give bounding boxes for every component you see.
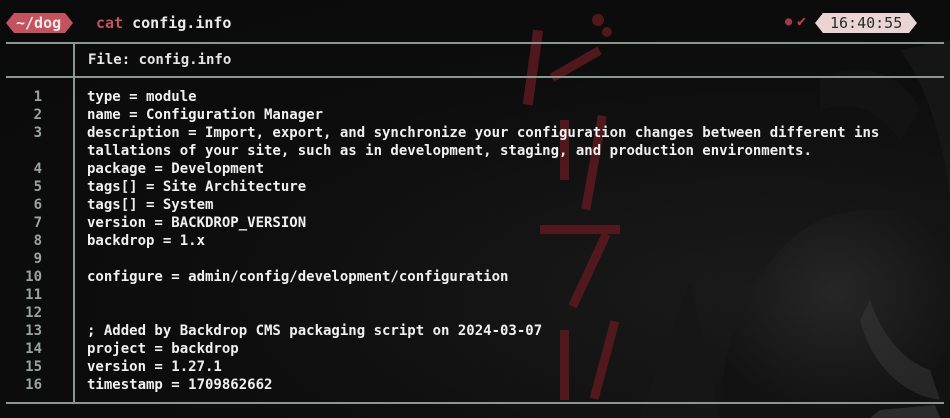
code-line: 11 [0, 286, 950, 304]
line-text: tags[] = System [87, 197, 214, 213]
line-text: name = Configuration Manager [87, 107, 324, 123]
code-line: 2 name = Configuration Manager [0, 106, 950, 124]
frame-top-rule [6, 42, 944, 44]
line-number: 6 [33, 197, 42, 213]
code-line: 8 backdrop = 1.x [0, 232, 950, 250]
line-number: 9 [33, 251, 42, 267]
line-text: tags[] = Site Architecture [87, 179, 307, 195]
code-line: 4 package = Development [0, 160, 950, 178]
line-text: ; Added by Backdrop CMS packaging script… [87, 323, 543, 339]
frame-header-divider [73, 44, 75, 76]
code-line: 15 version = 1.27.1 [0, 358, 950, 376]
code-line: 16 timestamp = 1709862662 [0, 376, 950, 394]
line-text: timestamp = 1709862662 [87, 377, 273, 393]
code-line: 1 type = module [0, 88, 950, 106]
frame-header-rule [6, 76, 944, 78]
line-number: 4 [33, 161, 42, 177]
line-number: 8 [33, 233, 42, 249]
line-text: backdrop = 1.x [87, 233, 206, 249]
code-line: 13 ; Added by Backdrop CMS packaging scri… [0, 322, 950, 340]
line-number: 7 [33, 215, 42, 231]
line-text: tallations of your site, such as in deve… [87, 143, 812, 159]
time-badge-right-cap [909, 13, 918, 33]
command-argument: config.info [132, 14, 232, 32]
line-text: description = Import, export, and synchr… [87, 125, 880, 141]
terminal-window[interactable]: ~/dog cat config.info ● ✔ 16:40:55 File:… [0, 0, 950, 418]
cwd-badge-right-cap [65, 13, 74, 33]
line-text: package = Development [87, 161, 265, 177]
code-line: 7 version = BACKDROP_VERSION [0, 214, 950, 232]
code-line: 10 configure = admin/config/development/c… [0, 268, 950, 286]
line-number: 1 [33, 89, 42, 105]
code-line: 12 [0, 304, 950, 322]
time-badge: 16:40:55 [815, 13, 918, 33]
line-number: 13 [25, 323, 42, 339]
line-number: 3 [33, 125, 42, 141]
command-name: cat [96, 14, 124, 32]
line-number: 16 [25, 377, 42, 393]
line-number: 2 [33, 107, 42, 123]
clock-time: 16:40:55 [823, 13, 910, 33]
line-text: type = module [87, 89, 197, 105]
line-number: 14 [25, 341, 42, 357]
frame-bottom-rule [6, 402, 944, 404]
line-number: 5 [33, 179, 42, 195]
code-line: 14 project = backdrop [0, 340, 950, 358]
time-badge-left-cap [815, 13, 823, 33]
code-line-wrap: tallations of your site, such as in deve… [0, 142, 950, 160]
line-text: configure = admin/config/development/con… [87, 269, 509, 285]
line-number: 10 [25, 269, 42, 285]
code-line: 5 tags[] = Site Architecture [0, 178, 950, 196]
file-header: File: config.info [88, 52, 232, 68]
line-number: 12 [25, 305, 42, 321]
cwd-badge-left-cap [6, 13, 14, 33]
command-line[interactable]: cat config.info [96, 13, 231, 33]
code-line: 9 [0, 250, 950, 268]
status-dot-icon: ● [785, 14, 793, 28]
cwd-label: ~/dog [14, 13, 66, 33]
line-number: 15 [25, 359, 42, 375]
cwd-badge: ~/dog [6, 13, 74, 33]
line-text: version = 1.27.1 [87, 359, 222, 375]
code-line: 6 tags[] = System [0, 196, 950, 214]
prompt-line: ~/dog cat config.info ● ✔ 16:40:55 [0, 0, 950, 44]
code-line: 3 description = Import, export, and synch… [0, 124, 950, 142]
line-text: project = backdrop [87, 341, 239, 357]
line-text: version = BACKDROP_VERSION [87, 215, 307, 231]
line-number: 11 [25, 287, 42, 303]
check-icon: ✔ [797, 12, 807, 30]
file-content[interactable]: 1 type = module 2 name = Configuration Man… [0, 88, 950, 394]
